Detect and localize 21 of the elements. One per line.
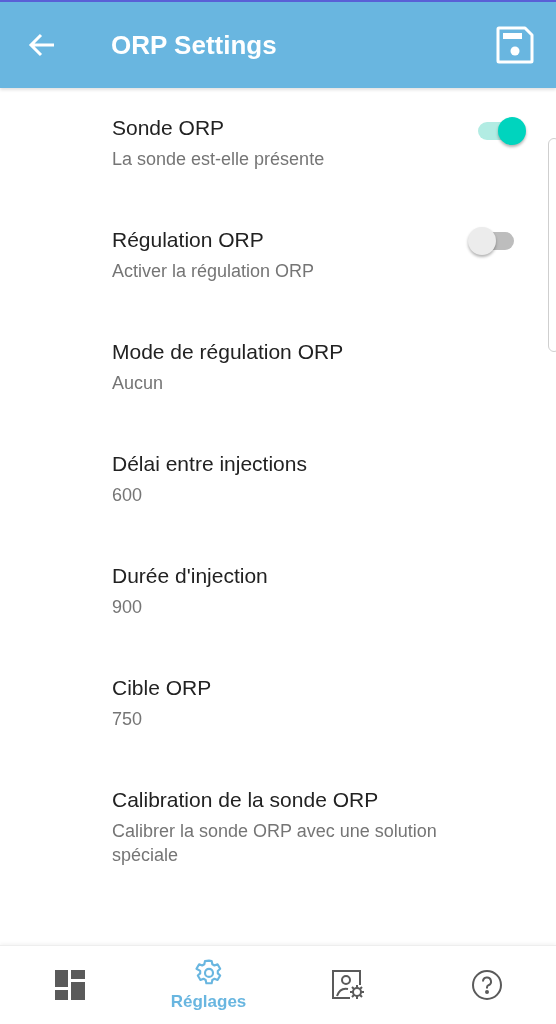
setting-subtitle: 900 xyxy=(112,596,144,619)
setting-subtitle: La sonde est-elle présente xyxy=(112,148,326,171)
setting-title: Régulation ORP xyxy=(112,227,265,253)
setting-subtitle: Calibrer la sonde ORP avec une solution spéciale xyxy=(112,820,438,867)
setting-title: Mode de régulation ORP xyxy=(112,339,345,365)
dashboard-icon xyxy=(54,970,85,1000)
setting-subtitle: Aucun xyxy=(112,372,165,395)
help-icon xyxy=(470,969,503,1001)
setting-title: Délai entre injections xyxy=(112,451,308,477)
image-gear-icon xyxy=(331,970,364,1000)
setting-title: Cible ORP xyxy=(112,675,213,701)
save-icon[interactable] xyxy=(496,26,534,64)
setting-title: Sonde ORP xyxy=(112,115,226,141)
setting-subtitle: 600 xyxy=(112,484,144,507)
nav-tab[interactable]: Réglages xyxy=(139,946,278,1024)
setting-subtitle: 750 xyxy=(112,708,144,731)
setting-subtitle: Activer la régulation ORP xyxy=(112,260,316,283)
screen-title: ORP Settings xyxy=(111,29,278,61)
back-icon[interactable] xyxy=(28,32,56,58)
setting-title: Durée d'injection xyxy=(112,563,269,589)
setting-title: Calibration de la sonde ORP xyxy=(112,787,380,813)
